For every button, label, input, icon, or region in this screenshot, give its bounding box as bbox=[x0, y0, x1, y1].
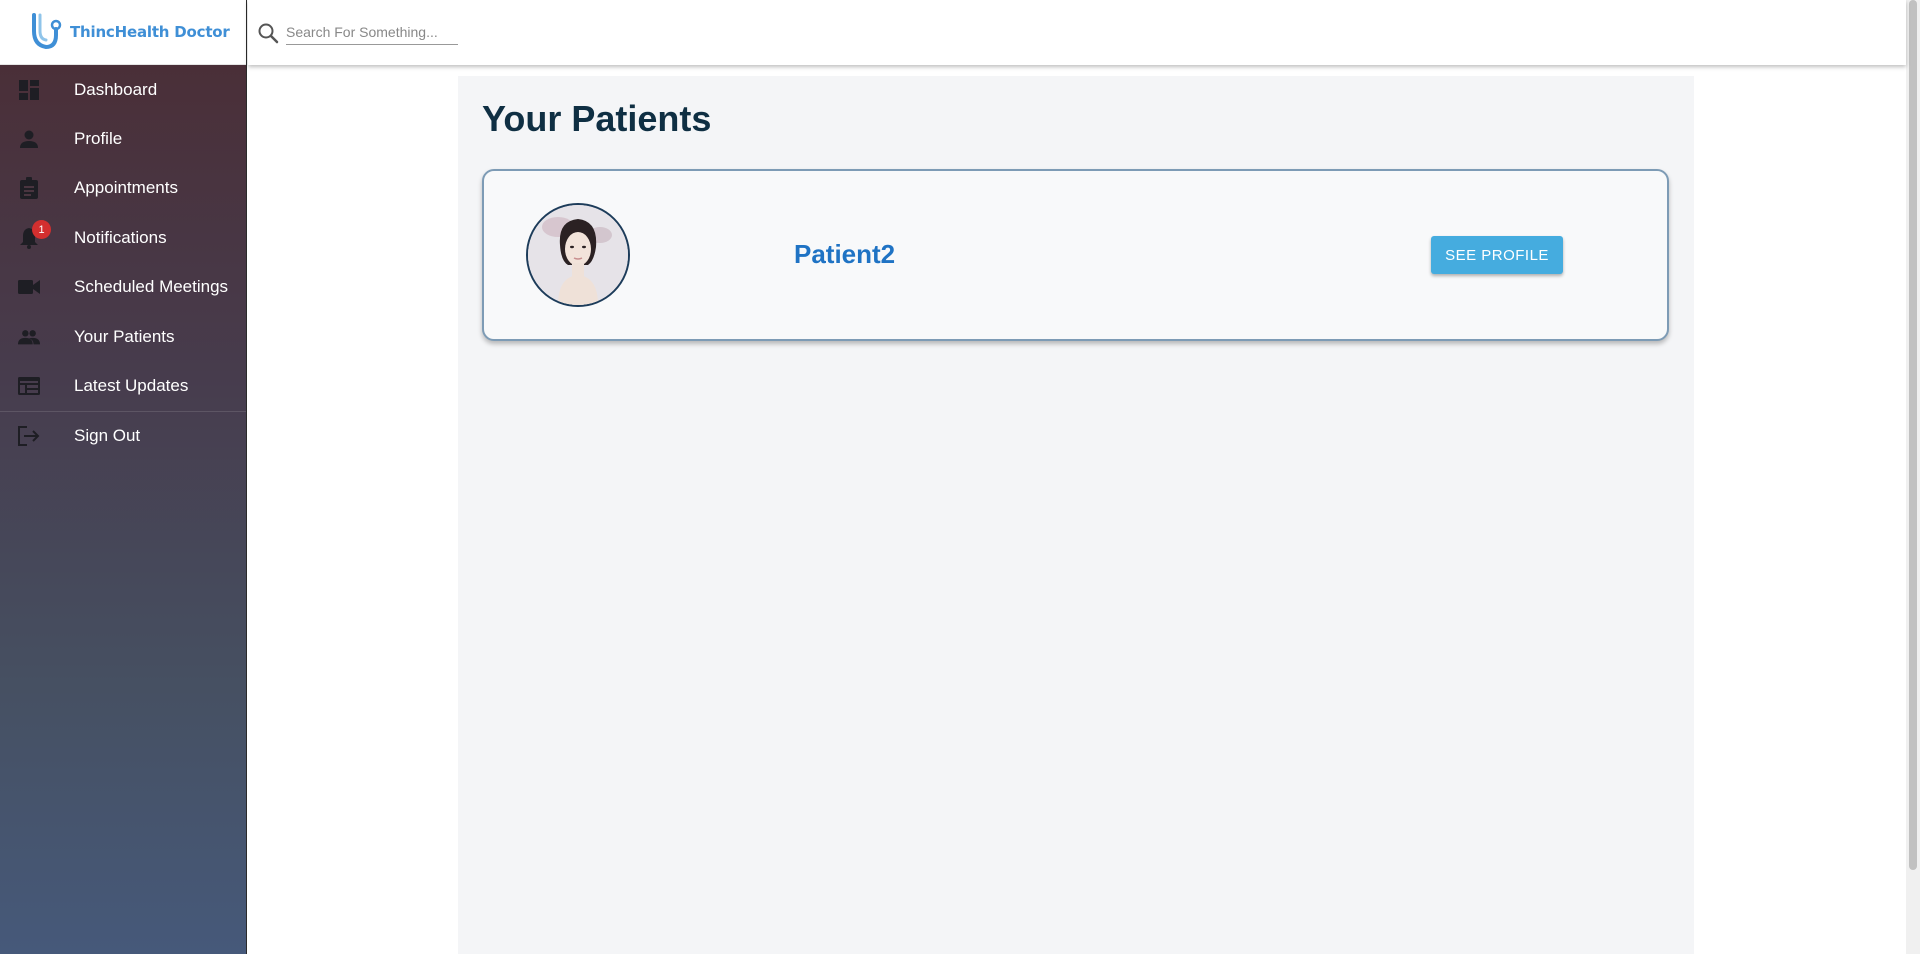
sidebar-item-label: Notifications bbox=[74, 227, 167, 247]
sidebar-item-label: Appointments bbox=[74, 178, 178, 198]
person-icon bbox=[18, 128, 40, 150]
see-profile-button[interactable]: SEE PROFILE bbox=[1431, 236, 1563, 274]
search-input[interactable] bbox=[286, 20, 458, 45]
scrollbar-thumb[interactable] bbox=[1909, 0, 1917, 870]
sidebar-item-label: Profile bbox=[74, 129, 123, 149]
app-logo-text: ThincHealth Doctor bbox=[70, 23, 230, 41]
sidebar-item-sign-out[interactable]: Sign Out bbox=[0, 410, 246, 460]
notification-count-badge: 1 bbox=[32, 220, 51, 240]
sidebar-item-label: Your Patients bbox=[74, 326, 175, 346]
patient-name: Patient2 bbox=[794, 239, 896, 269]
page-scrollbar[interactable] bbox=[1906, 0, 1920, 954]
sidebar-item-label: Dashboard bbox=[74, 79, 158, 99]
sidebar-item-your-patients[interactable]: Your Patients bbox=[0, 312, 246, 361]
sidebar-item-notifications[interactable]: 1 Notifications bbox=[0, 213, 246, 262]
dashboard-icon bbox=[18, 79, 40, 101]
video-camera-icon bbox=[18, 276, 40, 298]
top-bar bbox=[248, 0, 1906, 65]
sidebar-item-profile[interactable]: Profile bbox=[0, 114, 246, 163]
sidebar-item-appointments[interactable]: Appointments bbox=[0, 164, 246, 213]
sidebar-nav: Dashboard Profile Appointments 1 Notific… bbox=[0, 65, 246, 954]
clipboard-icon bbox=[18, 177, 40, 200]
sign-out-icon bbox=[18, 425, 40, 447]
patient-avatar[interactable] bbox=[526, 203, 630, 307]
sidebar-item-scheduled-meetings[interactable]: Scheduled Meetings bbox=[0, 263, 246, 312]
main-content: Your Patients Patient2 SEE PROFILE bbox=[458, 76, 1694, 954]
sidebar-item-dashboard[interactable]: Dashboard bbox=[0, 65, 246, 114]
sidebar-item-label: Scheduled Meetings bbox=[74, 277, 229, 297]
sidebar-item-label: Sign Out bbox=[74, 425, 141, 445]
app-logo[interactable]: ThincHealth Doctor bbox=[0, 0, 246, 65]
people-icon bbox=[18, 326, 40, 348]
stethoscope-logo-icon bbox=[32, 13, 62, 50]
sidebar-item-label: Latest Updates bbox=[74, 376, 189, 396]
sidebar-item-latest-updates[interactable]: Latest Updates bbox=[0, 361, 246, 410]
page-title: Your Patients bbox=[482, 98, 712, 139]
sidebar: ThincHealth Doctor Dashboard Profile App… bbox=[0, 0, 247, 954]
search-icon bbox=[258, 23, 279, 43]
patient-card: Patient2 SEE PROFILE bbox=[482, 169, 1669, 341]
table-icon bbox=[18, 375, 40, 397]
